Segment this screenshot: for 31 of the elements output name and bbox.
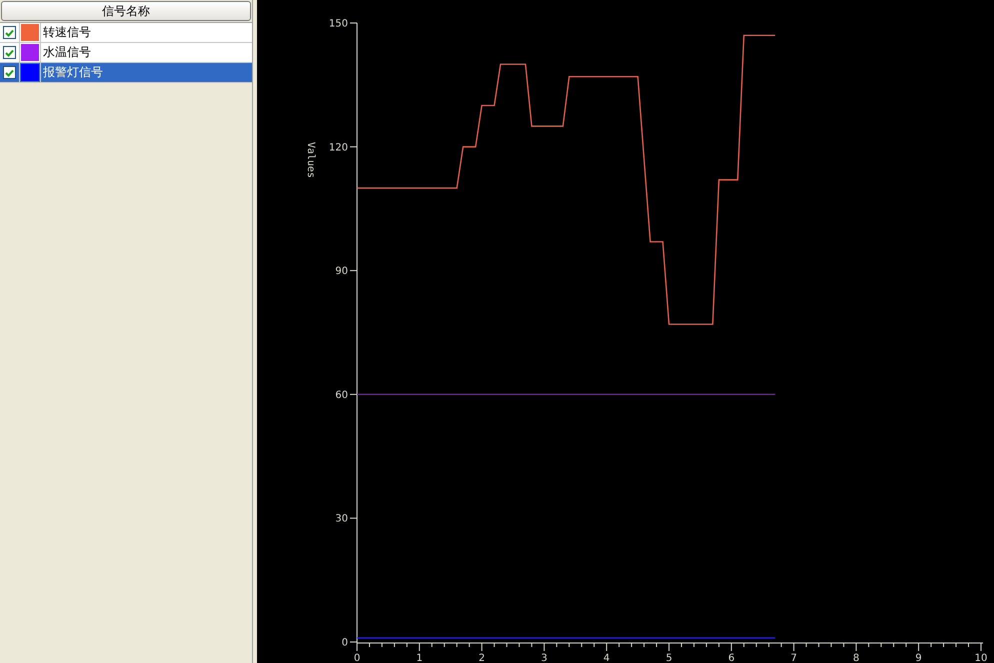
x-tick-label: 6: [728, 653, 735, 663]
x-tick-label: 0: [354, 653, 360, 663]
x-tick-label: 7: [790, 653, 797, 663]
y-tick-label: 30: [335, 514, 348, 525]
check-icon: [5, 48, 14, 56]
signal-row[interactable]: 转速信号: [0, 23, 252, 43]
x-tick-label: 9: [915, 653, 922, 663]
x-tick-label: 5: [666, 653, 672, 663]
y-tick-label: 120: [328, 142, 348, 154]
y-tick-label: 150: [328, 18, 348, 30]
checkbox[interactable]: [3, 46, 16, 59]
y-tick-label: 60: [335, 390, 348, 401]
check-icon: [5, 68, 14, 76]
x-tick-label: 2: [478, 653, 485, 663]
check-icon: [5, 28, 14, 36]
x-tick-label: 10: [974, 653, 988, 663]
y-tick-label: 90: [335, 266, 348, 278]
checkbox[interactable]: [3, 66, 16, 79]
signal-name: 转速信号: [42, 24, 91, 41]
x-tick-label: 1: [416, 653, 423, 663]
x-tick-label: 8: [853, 653, 860, 663]
checkbox[interactable]: [3, 26, 16, 39]
x-tick-label: 3: [541, 653, 548, 663]
signal-name: 报警灯信号: [42, 64, 103, 81]
y-tick-label: 0: [342, 638, 348, 648]
column-header[interactable]: 信号名称: [1, 1, 251, 21]
signal-row[interactable]: 水温信号: [0, 43, 252, 63]
signal-row[interactable]: 报警灯信号: [0, 63, 252, 83]
x-tick-label: 4: [603, 653, 610, 663]
signal-name: 水温信号: [42, 44, 91, 61]
y-axis-label: Values: [305, 142, 316, 178]
